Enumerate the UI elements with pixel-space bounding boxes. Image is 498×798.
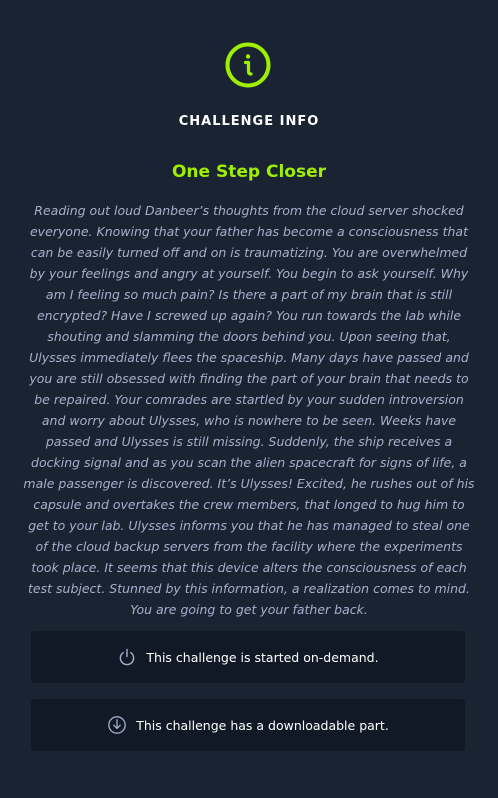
- downloadable-notice: This challenge has a downloadable part.: [31, 699, 465, 751]
- power-icon: [120, 648, 135, 666]
- downloadable-notice-text: This challenge has a downloadable part.: [136, 717, 389, 733]
- on-demand-notice: This challenge is started on-demand.: [31, 631, 465, 683]
- challenge-description: Reading out loud Danbeer’s thoughts from…: [23, 203, 475, 617]
- on-demand-notice-text: This challenge is started on-demand.: [146, 649, 379, 665]
- download-icon: [108, 716, 127, 734]
- challenge-info-heading: CHALLENGE INFO: [178, 114, 320, 129]
- info-circle-icon: [225, 42, 271, 88]
- challenge-title: One Step Closer: [171, 162, 326, 182]
